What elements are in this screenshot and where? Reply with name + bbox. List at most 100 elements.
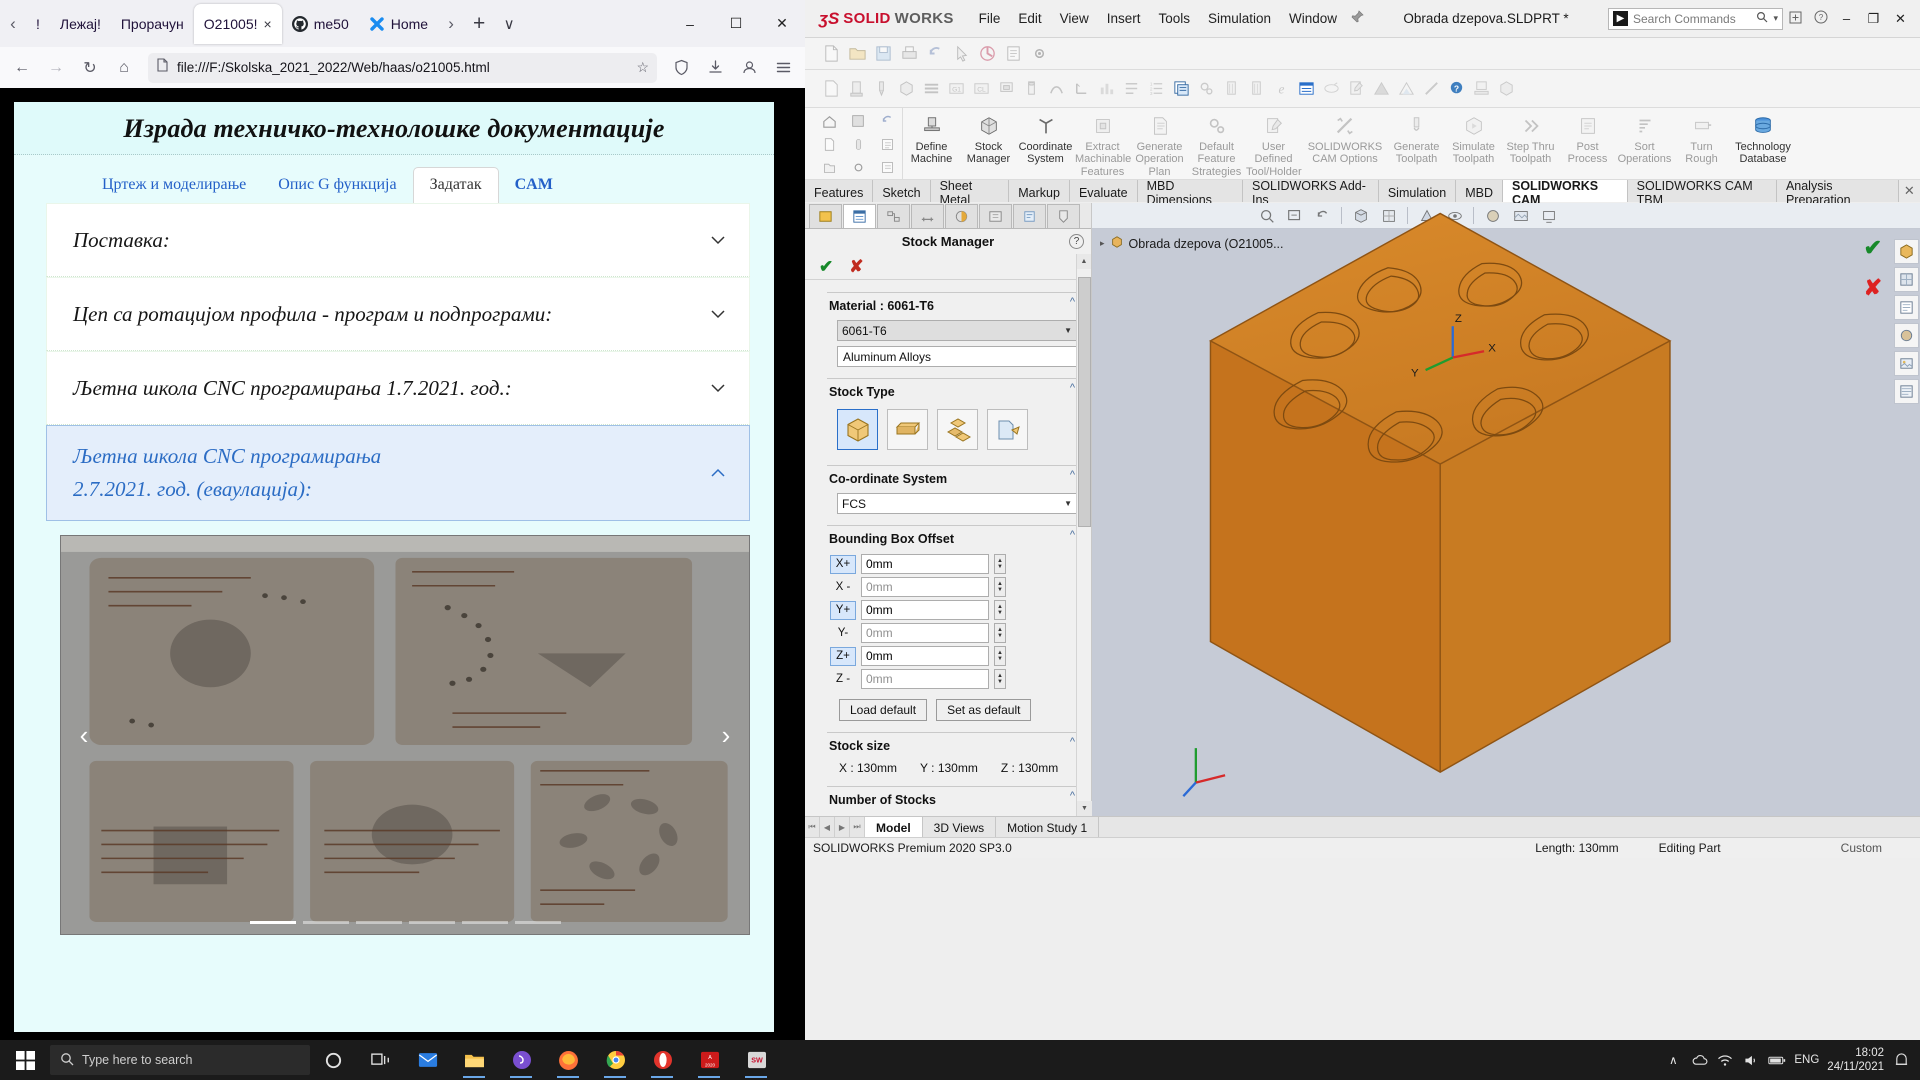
offset-input-x-plus[interactable]: 0mm xyxy=(861,554,989,574)
offset-input-z-minus[interactable]: 0mm xyxy=(861,669,989,689)
home-button[interactable]: ⌂ xyxy=(108,52,140,84)
open-small-icon[interactable] xyxy=(815,156,843,178)
notification-icon[interactable] xyxy=(1892,1052,1910,1068)
tools-wrench-icon[interactable] xyxy=(1419,77,1443,101)
bounding-box-icon[interactable] xyxy=(837,409,878,450)
ribbon-tab-mbd[interactable]: MBD xyxy=(1456,180,1503,202)
taskbar-search-box[interactable]: Type here to search xyxy=(50,1045,310,1075)
coordinate-icon[interactable] xyxy=(1069,77,1093,101)
cancel-button[interactable]: ✘ xyxy=(849,257,863,277)
menu-insert[interactable]: Insert xyxy=(1098,7,1150,30)
layers-icon[interactable] xyxy=(919,77,943,101)
help-icon[interactable]: ? xyxy=(1808,10,1833,27)
part-file-icon[interactable] xyxy=(987,409,1028,450)
mill-tool-icon[interactable] xyxy=(869,77,893,101)
tray-chevron-icon[interactable]: ∧ xyxy=(1664,1053,1682,1067)
load-default-button[interactable]: Load default xyxy=(839,699,928,721)
ribbon-tab-sketch[interactable]: Sketch xyxy=(873,180,931,202)
view-tab-model[interactable]: Model xyxy=(865,817,923,837)
save-icon[interactable] xyxy=(871,42,895,66)
coordinate-system-button[interactable]: Coordinate System xyxy=(1017,111,1074,168)
menu-tools[interactable]: Tools xyxy=(1149,7,1199,30)
autocad-icon[interactable]: A 2020 xyxy=(686,1040,733,1080)
technology-database-button[interactable]: Technology Database xyxy=(1730,111,1796,168)
settings-small-icon[interactable] xyxy=(844,156,872,178)
display-manager-tab[interactable] xyxy=(945,204,978,228)
rebuild-icon[interactable] xyxy=(975,42,999,66)
carousel-dot[interactable] xyxy=(408,921,455,924)
chrome-icon[interactable] xyxy=(592,1040,639,1080)
prev-tab-button[interactable]: ◀ xyxy=(820,817,835,837)
opera-icon[interactable] xyxy=(639,1040,686,1080)
solidworks-icon[interactable]: SW xyxy=(733,1040,780,1080)
coordinate-system-select[interactable]: FCS ▼ xyxy=(837,493,1077,514)
collapse-icon[interactable]: ^ xyxy=(1070,469,1075,481)
sw-close-button[interactable]: ✕ xyxy=(1887,11,1914,27)
sw-restore-button[interactable]: ❐ xyxy=(1860,11,1887,27)
search-icon[interactable] xyxy=(1756,10,1768,28)
stl-file-icon[interactable] xyxy=(937,409,978,450)
shaded-view-icon[interactable] xyxy=(1369,77,1393,101)
accordion-item-postavka[interactable]: Поставка: xyxy=(46,203,750,277)
menu-file[interactable]: File xyxy=(970,7,1010,30)
help-question-icon[interactable]: ? xyxy=(1444,77,1468,101)
volume-icon[interactable] xyxy=(1742,1054,1760,1067)
carousel-dot[interactable] xyxy=(461,921,508,924)
accordion-photo-carousel[interactable]: ‹ › xyxy=(60,535,750,935)
define-machine-button[interactable]: Define Machine xyxy=(903,111,960,168)
offset-input-x-minus[interactable]: 0mm xyxy=(861,577,989,597)
machine-setup-icon[interactable] xyxy=(1469,77,1493,101)
viber-icon[interactable] xyxy=(498,1040,545,1080)
generate-operation-plan-button[interactable]: Generate Operation Plan xyxy=(1131,111,1188,180)
pocket-feature-icon[interactable] xyxy=(994,77,1018,101)
collapse-icon[interactable]: ^ xyxy=(1070,790,1075,802)
turn-rough-button[interactable]: Turn Rough xyxy=(1673,111,1730,168)
downloads-icon[interactable] xyxy=(699,52,731,84)
page-tab-cam[interactable]: CAM xyxy=(499,168,569,203)
set-as-default-button[interactable]: Set as default xyxy=(936,699,1032,721)
account-icon[interactable] xyxy=(733,52,765,84)
generate-toolpath-button[interactable]: Generate Toolpath xyxy=(1388,111,1445,168)
surface-icon[interactable] xyxy=(1394,77,1418,101)
stock-manager-button[interactable]: Stock Manager xyxy=(960,111,1017,168)
cam-feature-tree-tab[interactable] xyxy=(979,204,1012,228)
select-icon[interactable] xyxy=(949,42,973,66)
carousel-dot[interactable] xyxy=(355,921,402,924)
print-icon[interactable] xyxy=(897,42,921,66)
expand-icon[interactable] xyxy=(1783,11,1808,27)
extruded-sketch-icon[interactable] xyxy=(887,409,928,450)
view-tab-3d-views[interactable]: 3D Views xyxy=(923,817,997,837)
scroll-up-arrow[interactable]: ▲ xyxy=(1077,254,1091,269)
status-units[interactable]: Custom xyxy=(1841,841,1882,855)
chevron-up-icon[interactable] xyxy=(709,464,727,482)
toolpath-icon[interactable] xyxy=(1219,77,1243,101)
step-thru-toolpath-button[interactable]: Step Thru Toolpath xyxy=(1502,111,1559,168)
graphics-area[interactable]: ▸ Obrada dzepova (O21005... ✔ ✘ Z X Y xyxy=(1092,203,1920,816)
forward-button[interactable]: → xyxy=(40,52,72,84)
ribbon-tab-evaluate[interactable]: Evaluate xyxy=(1069,180,1138,202)
menu-window[interactable]: Window xyxy=(1280,7,1346,30)
chevron-down-icon[interactable]: ▾ xyxy=(1773,13,1778,24)
close-button[interactable]: ✕ xyxy=(759,4,805,44)
hole-feature-icon[interactable] xyxy=(1019,77,1043,101)
chevron-down-icon[interactable] xyxy=(709,379,727,397)
reload-button[interactable]: ↻ xyxy=(74,52,106,84)
export-icon[interactable] xyxy=(1319,77,1343,101)
minimize-button[interactable]: – xyxy=(667,4,713,44)
menu-simulation[interactable]: Simulation xyxy=(1199,7,1280,30)
cortana-icon[interactable] xyxy=(310,1040,357,1080)
ribbon-tab-analysis-preparation[interactable]: Analysis Preparation xyxy=(1776,179,1899,207)
onedrive-icon[interactable] xyxy=(1690,1054,1708,1067)
page-tab-crtez[interactable]: Цртеж и моделирање xyxy=(86,168,262,203)
solidworks-cam-options-button[interactable]: SOLIDWORKS CAM Options xyxy=(1302,111,1388,168)
new-document-icon[interactable] xyxy=(819,42,843,66)
back-button[interactable]: ← xyxy=(6,52,38,84)
collapse-icon[interactable]: ^ xyxy=(1070,382,1075,394)
property-manager-tab[interactable] xyxy=(843,204,876,228)
new-tab-button[interactable]: + xyxy=(464,12,494,36)
spinner-z-minus[interactable]: ▲ ▼ xyxy=(994,669,1006,689)
offset-input-y-plus[interactable]: 0mm xyxy=(861,600,989,620)
spinner-y-minus[interactable]: ▲ ▼ xyxy=(994,623,1006,643)
list-small-2-icon[interactable] xyxy=(874,156,902,178)
ribbon-tab-sheet-metal[interactable]: Sheet Metal xyxy=(930,179,1010,207)
